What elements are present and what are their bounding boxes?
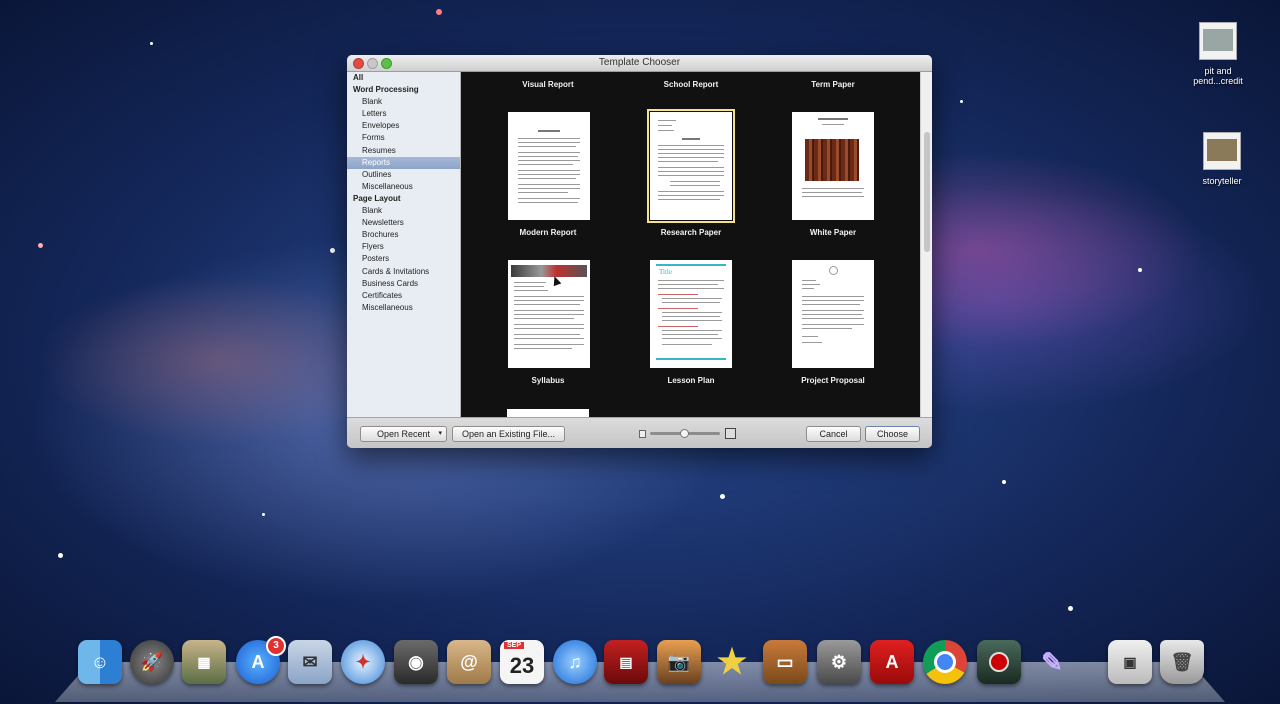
trash-icon[interactable]: 🗑 — [1160, 640, 1204, 684]
template-grid: Visual Report School Report Term Paper M… — [461, 72, 920, 417]
keynote-icon[interactable]: ▭ — [763, 640, 807, 684]
app-store-icon[interactable]: A 3 — [236, 636, 286, 684]
calendar-day: 23 — [509, 653, 535, 678]
desktop-icon-label: storyteller — [1202, 176, 1242, 186]
sidebar-item-envelopes[interactable]: Envelopes — [347, 120, 460, 132]
open-recent-label: Open Recent — [376, 429, 431, 439]
chrome-icon[interactable] — [923, 640, 967, 684]
vertical-scrollbar[interactable] — [920, 72, 932, 417]
small-thumbnail-icon — [639, 430, 646, 438]
template-thumbnail-syllabus[interactable] — [508, 260, 590, 368]
cancel-button[interactable]: Cancel — [806, 426, 861, 442]
safari-icon[interactable]: ✦ — [341, 640, 385, 684]
template-thumbnail-partial[interactable] — [507, 409, 589, 417]
window-title: Template Chooser — [598, 57, 681, 68]
sidebar-item-page-layout[interactable]: Page Layout — [347, 193, 460, 205]
document-thumbnail-icon — [1203, 132, 1241, 170]
template-label-school-report[interactable]: School Report — [626, 80, 756, 89]
lesson-plan-title: Title — [659, 268, 672, 276]
sidebar-item-forms[interactable]: Forms — [347, 132, 460, 144]
sidebar-item-resumes[interactable]: Resumes — [347, 145, 460, 157]
sidebar-item-newsletters[interactable]: Newsletters — [347, 217, 460, 229]
adobe-reader-icon[interactable]: A — [870, 640, 914, 684]
open-existing-file-button[interactable]: Open an Existing File... — [452, 426, 565, 442]
finder-icon[interactable]: ☺ — [78, 640, 122, 684]
desktop-icon-pit-and-pend[interactable]: pit and pend...credit — [1188, 22, 1248, 86]
template-label-white-paper[interactable]: White Paper — [768, 228, 898, 237]
open-recent-button[interactable]: Open Recent ▾ — [360, 426, 447, 442]
desktop-icon-label: pend...credit — [1193, 76, 1243, 86]
star — [150, 42, 153, 45]
sidebar-item-word-processing[interactable]: Word Processing — [347, 84, 460, 96]
template-label-lesson-plan[interactable]: Lesson Plan — [626, 376, 756, 385]
sidebar-item-miscellaneous-layout[interactable]: Miscellaneous — [347, 302, 460, 314]
star — [1138, 268, 1142, 272]
sidebar-item-all[interactable]: All — [347, 72, 460, 84]
bottom-toolbar: Open Recent ▾ Open an Existing File... C… — [347, 417, 932, 448]
choose-button[interactable]: Choose — [865, 426, 920, 442]
star — [330, 248, 335, 253]
sidebar-item-flyers[interactable]: Flyers — [347, 241, 460, 253]
sidebar-item-blank-layout[interactable]: Blank — [347, 205, 460, 217]
calendar-month: SEP — [504, 642, 525, 649]
template-label-research-paper[interactable]: Research Paper — [626, 228, 756, 237]
app-store-badge: 3 — [266, 636, 286, 656]
desktop-icon-label: pit and — [1204, 66, 1232, 76]
template-thumbnail-lesson-plan[interactable]: Title — [650, 260, 732, 368]
sidebar-item-letters[interactable]: Letters — [347, 108, 460, 120]
imovie-icon[interactable]: ★ — [710, 640, 754, 684]
star — [1068, 606, 1073, 611]
sidebar-item-brochures[interactable]: Brochures — [347, 229, 460, 241]
sidebar-item-miscellaneous[interactable]: Miscellaneous — [347, 181, 460, 193]
sidebar-item-posters[interactable]: Posters — [347, 253, 460, 265]
star — [720, 494, 725, 499]
iphoto-icon[interactable]: 📷 — [657, 640, 701, 684]
launchpad-icon[interactable]: 🚀 — [130, 640, 174, 684]
template-label-term-paper[interactable]: Term Paper — [768, 80, 898, 89]
sidebar-item-business-cards[interactable]: Business Cards — [347, 278, 460, 290]
preview-tool-icon[interactable]: ✎ — [1030, 640, 1074, 684]
stack-icon[interactable]: ▣ — [1108, 640, 1152, 684]
screen-recorder-icon[interactable] — [977, 640, 1021, 684]
template-thumbnail-research-paper[interactable] — [647, 109, 735, 223]
star — [262, 513, 265, 516]
star — [1002, 480, 1006, 484]
sidebar-item-reports[interactable]: Reports — [347, 156, 460, 169]
title-bar[interactable]: Template Chooser — [347, 55, 932, 72]
template-label-modern-report[interactable]: Modern Report — [483, 228, 613, 237]
calendar-icon[interactable]: SEP 23 — [500, 640, 544, 684]
system-preferences-icon[interactable]: ⚙ — [817, 640, 861, 684]
large-thumbnail-icon — [725, 428, 736, 439]
itunes-icon[interactable]: ♫ — [553, 640, 597, 684]
template-thumbnail-project-proposal[interactable] — [792, 260, 874, 368]
template-label-visual-report[interactable]: Visual Report — [483, 80, 613, 89]
preview-icon[interactable]: ▦ — [182, 640, 226, 684]
template-thumbnail-white-paper[interactable] — [792, 112, 874, 220]
sidebar-item-certificates[interactable]: Certificates — [347, 290, 460, 302]
sidebar-item-cards-invitations[interactable]: Cards & Invitations — [347, 266, 460, 278]
sidebar-item-outlines[interactable]: Outlines — [347, 169, 460, 181]
template-thumbnail-modern-report[interactable] — [508, 112, 590, 220]
dropdown-arrow-icon: ▾ — [438, 430, 442, 437]
document-thumbnail-icon — [1199, 22, 1237, 60]
category-sidebar: All Word Processing Blank Letters Envelo… — [347, 72, 461, 417]
sidebar-item-blank[interactable]: Blank — [347, 96, 460, 108]
address-book-icon[interactable]: @ — [447, 640, 491, 684]
facetime-icon[interactable]: ◉ — [394, 640, 438, 684]
scrollbar-thumb[interactable] — [924, 132, 930, 252]
mail-icon[interactable]: ✉ — [288, 640, 332, 684]
star — [58, 553, 63, 558]
template-label-project-proposal[interactable]: Project Proposal — [768, 376, 898, 385]
star — [960, 100, 963, 103]
logo-icon — [829, 266, 838, 275]
template-chooser-window: Template Chooser All Word Processing Bla… — [347, 55, 932, 448]
slider-knob[interactable] — [680, 429, 689, 438]
star — [436, 9, 442, 15]
template-label-syllabus[interactable]: Syllabus — [483, 376, 613, 385]
desktop-icon-storyteller[interactable]: storyteller — [1192, 132, 1252, 186]
star — [38, 243, 43, 248]
photo-booth-icon[interactable]: ▤ — [604, 640, 648, 684]
